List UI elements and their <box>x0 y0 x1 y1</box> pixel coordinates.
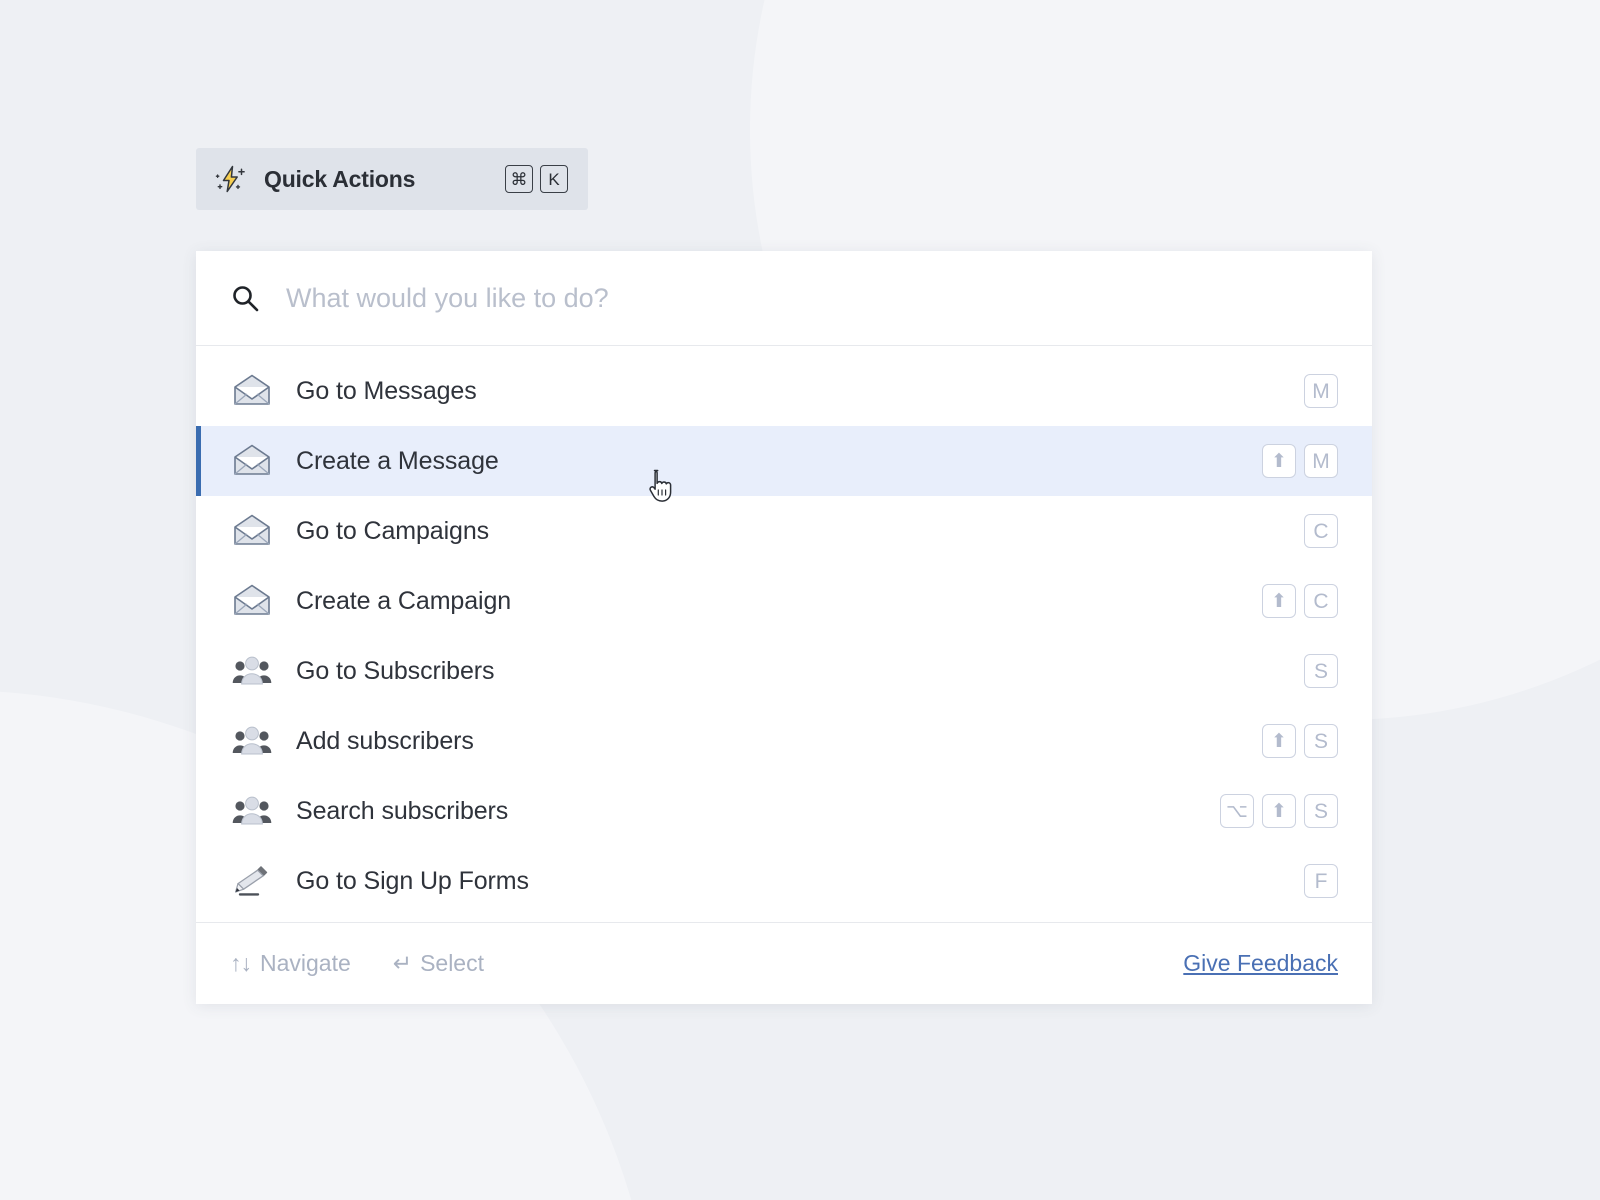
result-row[interactable]: Go to Messages M <box>196 356 1372 426</box>
quick-actions-shortcut: ⌘ K <box>505 165 568 193</box>
result-row-shortcut: M <box>1304 374 1338 408</box>
lightning-bolt-sparkle-icon <box>214 162 248 196</box>
k-key-badge: K <box>540 165 568 193</box>
envelope-icon <box>232 513 272 549</box>
result-row-label: Search subscribers <box>296 796 509 825</box>
search-icon <box>230 283 260 313</box>
result-row[interactable]: Go to Campaigns C <box>196 496 1372 566</box>
result-row-shortcut: F <box>1304 864 1338 898</box>
shift-key-badge: ⬆ <box>1262 444 1296 478</box>
command-key-badge: ⌘ <box>505 165 533 193</box>
result-row-shortcut: ⬆ C <box>1262 584 1338 618</box>
letter-key-badge: F <box>1304 864 1338 898</box>
result-row-label: Go to Sign Up Forms <box>296 866 529 895</box>
results-list: Go to Messages M Create a Message ⬆ M Go to C… <box>196 346 1372 922</box>
result-row-label: Go to Subscribers <box>296 656 495 685</box>
search-row[interactable] <box>196 251 1372 346</box>
envelope-icon <box>232 373 272 409</box>
people-icon <box>232 653 272 689</box>
result-row[interactable]: Create a Message ⬆ M <box>196 426 1372 496</box>
result-row[interactable]: Create a Campaign ⬆ C <box>196 566 1372 636</box>
letter-key-badge: C <box>1304 514 1338 548</box>
letter-key-badge: M <box>1304 444 1338 478</box>
shift-key-badge: ⬆ <box>1262 724 1296 758</box>
letter-key-badge: S <box>1304 794 1338 828</box>
letter-key-badge: M <box>1304 374 1338 408</box>
quick-actions-title: Quick Actions <box>264 165 416 192</box>
option-key-badge: ⌥ <box>1220 794 1254 828</box>
command-palette: Go to MessagesMCreate a Message⬆MGo to C… <box>196 251 1372 1004</box>
result-row-shortcut: S <box>1304 654 1338 688</box>
envelope-icon <box>232 583 272 619</box>
people-icon <box>232 723 272 759</box>
result-row-label: Go to Messages <box>296 376 477 405</box>
search-input[interactable] <box>284 281 1338 315</box>
envelope-icon <box>232 443 272 479</box>
hint-navigate: ↑↓ Navigate <box>230 950 351 977</box>
result-row-shortcut: ⌥ ⬆ S <box>1220 794 1338 828</box>
arrow-up-down-icon: ↑↓ <box>230 950 252 976</box>
letter-key-badge: S <box>1304 724 1338 758</box>
result-row[interactable]: Go to Subscribers S <box>196 636 1372 706</box>
hint-select: ↵ Select <box>393 950 484 977</box>
palette-footer: ↑↓ Navigate ↵ Select Give Feedback <box>196 922 1372 1004</box>
result-row[interactable]: Search subscribers ⌥ ⬆ S <box>196 776 1372 846</box>
result-row-label: Create a Message <box>296 446 499 475</box>
result-row-shortcut: ⬆ S <box>1262 724 1338 758</box>
hint-select-label: Select <box>420 950 484 976</box>
quick-actions-bar[interactable]: Quick Actions ⌘ K <box>196 148 588 210</box>
result-row-label: Go to Campaigns <box>296 516 490 545</box>
hint-navigate-label: Navigate <box>260 950 351 976</box>
result-row-label: Add subscribers <box>296 726 474 755</box>
result-row[interactable]: Add subscribers ⬆ S <box>196 706 1372 776</box>
letter-key-badge: C <box>1304 584 1338 618</box>
result-row-shortcut: C <box>1304 514 1338 548</box>
pencil-icon <box>232 863 272 899</box>
shift-key-badge: ⬆ <box>1262 794 1296 828</box>
letter-key-badge: S <box>1304 654 1338 688</box>
result-row-label: Create a Campaign <box>296 586 512 615</box>
result-row-shortcut: ⬆ M <box>1262 444 1338 478</box>
result-row[interactable]: Go to Sign Up Forms F <box>196 846 1372 916</box>
people-icon <box>232 793 272 829</box>
shift-key-badge: ⬆ <box>1262 584 1296 618</box>
give-feedback-link[interactable]: Give Feedback <box>1183 950 1338 977</box>
enter-arrow-icon: ↵ <box>392 950 412 976</box>
